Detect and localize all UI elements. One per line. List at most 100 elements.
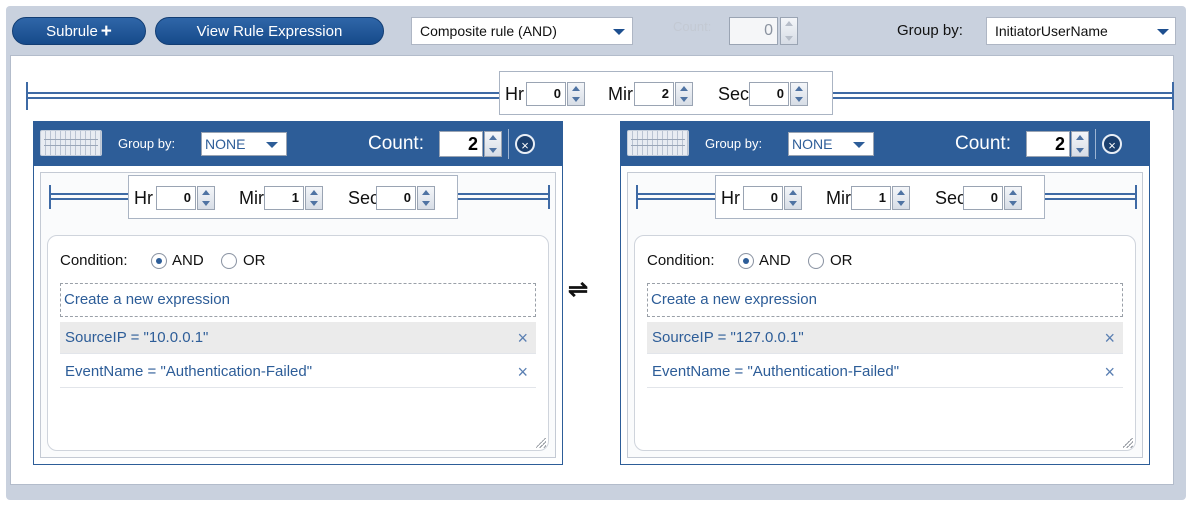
expression-text: SourceIP = "127.0.0.1" <box>652 329 804 346</box>
arrow-up-icon <box>489 135 497 140</box>
hours-spinner[interactable] <box>197 186 215 210</box>
expression-row[interactable]: SourceIP = "127.0.0.1" × <box>647 322 1123 354</box>
remove-expression-icon[interactable]: × <box>517 322 528 354</box>
group-by-label: Group by: <box>897 22 963 39</box>
or-label: OR <box>830 252 853 269</box>
keyboard-icon[interactable] <box>40 130 102 156</box>
hours-spinner[interactable] <box>567 82 585 106</box>
expression-text: SourceIP = "10.0.0.1" <box>65 329 209 346</box>
seconds-spinner[interactable] <box>417 186 435 210</box>
group-by-value: InitiatorUserName <box>995 23 1108 39</box>
subrule-timer: Hr 0 Mir 1 Sec 0 <box>715 175 1045 219</box>
subrule-count-label: Count: <box>955 133 1011 154</box>
remove-expression-icon[interactable]: × <box>1104 322 1115 354</box>
expression-row[interactable]: EventName = "Authentication-Failed" × <box>60 356 536 388</box>
arrow-down-icon <box>310 201 318 206</box>
subrule-count-spinner[interactable] <box>1071 131 1089 157</box>
remove-expression-icon[interactable]: × <box>517 356 528 388</box>
subrule-button[interactable]: Subrule + <box>12 17 146 45</box>
plus-icon: + <box>100 21 112 42</box>
seconds-input[interactable]: 0 <box>749 82 789 106</box>
minutes-label: Mir <box>608 84 633 104</box>
chevron-down-icon <box>853 142 865 148</box>
arrow-down-icon <box>489 148 497 153</box>
condition-label: Condition: <box>647 252 715 269</box>
arrow-down-icon <box>422 201 430 206</box>
create-expression-field[interactable]: Create a new expression <box>60 283 536 317</box>
timeline-tick-right <box>548 185 550 209</box>
condition-box: Condition: AND OR Create a new expressio… <box>47 235 549 451</box>
and-radio[interactable] <box>738 253 754 269</box>
subrule-count-input[interactable]: 2 <box>439 131 483 157</box>
seconds-input[interactable]: 0 <box>963 186 1003 210</box>
subrule-group-by-value: NONE <box>205 136 246 152</box>
count-label: Count: <box>673 19 712 34</box>
arrow-down-icon <box>789 201 797 206</box>
view-rule-expression-label: View Rule Expression <box>196 23 343 40</box>
chevron-down-icon <box>266 142 278 148</box>
timeline-line <box>832 92 1173 99</box>
header-divider <box>508 129 509 159</box>
minutes-input[interactable]: 1 <box>851 186 891 210</box>
seconds-spinner[interactable] <box>1004 186 1022 210</box>
view-rule-expression-button[interactable]: View Rule Expression <box>155 17 384 45</box>
hours-spinner[interactable] <box>784 186 802 210</box>
minutes-spinner[interactable] <box>305 186 323 210</box>
remove-expression-icon[interactable]: × <box>1104 356 1115 388</box>
header-divider <box>1095 129 1096 159</box>
minutes-input[interactable]: 1 <box>264 186 304 210</box>
arrow-up-icon <box>422 190 430 195</box>
count-spinner <box>780 17 798 45</box>
minutes-label: Mir <box>239 188 264 208</box>
subrule-header: Group by: NONE Count: 2 × <box>621 122 1149 166</box>
group-by-select[interactable]: InitiatorUserName <box>986 17 1176 45</box>
close-subrule-icon[interactable]: × <box>1102 134 1122 154</box>
condition-label: Condition: <box>60 252 128 269</box>
arrow-down-icon <box>785 36 793 41</box>
arrow-up-icon <box>785 21 793 26</box>
swap-order-icon[interactable]: ⇌ <box>568 275 588 304</box>
minutes-spinner[interactable] <box>892 186 910 210</box>
condition-box: Condition: AND OR Create a new expressio… <box>634 235 1136 451</box>
subrule-group-by-label: Group by: <box>705 136 763 151</box>
global-timer: Hr 0 Mir 2 Sec 0 <box>499 71 833 115</box>
resize-grip-icon[interactable] <box>1123 438 1133 448</box>
subrule-header: Group by: NONE Count: 2 × <box>34 122 562 166</box>
arrow-up-icon <box>1076 135 1084 140</box>
subrule-group-by-select[interactable]: NONE <box>201 132 287 156</box>
and-label: AND <box>759 252 791 269</box>
arrow-up-icon <box>680 86 688 91</box>
arrow-down-icon <box>202 201 210 206</box>
and-radio[interactable] <box>151 253 167 269</box>
arrow-up-icon <box>310 190 318 195</box>
create-expression-field[interactable]: Create a new expression <box>647 283 1123 317</box>
or-label: OR <box>243 252 266 269</box>
resize-grip-icon[interactable] <box>536 438 546 448</box>
or-radio[interactable] <box>808 253 824 269</box>
close-subrule-icon[interactable]: × <box>515 134 535 154</box>
hours-input[interactable]: 0 <box>156 186 196 210</box>
minutes-spinner[interactable] <box>675 82 693 106</box>
seconds-spinner[interactable] <box>790 82 808 106</box>
arrow-up-icon <box>572 86 580 91</box>
minutes-input[interactable]: 2 <box>634 82 674 106</box>
arrow-down-icon <box>897 201 905 206</box>
hours-input[interactable]: 0 <box>743 186 783 210</box>
rule-type-select[interactable]: Composite rule (AND) <box>411 17 633 45</box>
or-radio[interactable] <box>221 253 237 269</box>
subrule-count-spinner[interactable] <box>484 131 502 157</box>
expression-row[interactable]: EventName = "Authentication-Failed" × <box>647 356 1123 388</box>
expression-row[interactable]: SourceIP = "10.0.0.1" × <box>60 322 536 354</box>
hours-input[interactable]: 0 <box>526 82 566 106</box>
seconds-label: Sec <box>348 188 380 208</box>
subrule-group-by-select[interactable]: NONE <box>788 132 874 156</box>
arrow-down-icon <box>572 97 580 102</box>
subrule-body: Hr 0 Mir 1 Sec 0 Condition: AND OR Creat… <box>627 172 1143 458</box>
timeline-tick-right <box>1172 82 1174 110</box>
keyboard-icon[interactable] <box>627 130 689 156</box>
subrule-panel: Group by: NONE Count: 2 × Hr 0 Mir 1 Sec… <box>33 121 563 465</box>
seconds-input[interactable]: 0 <box>376 186 416 210</box>
arrow-up-icon <box>897 190 905 195</box>
seconds-label: Sec <box>935 188 967 208</box>
subrule-count-input[interactable]: 2 <box>1026 131 1070 157</box>
